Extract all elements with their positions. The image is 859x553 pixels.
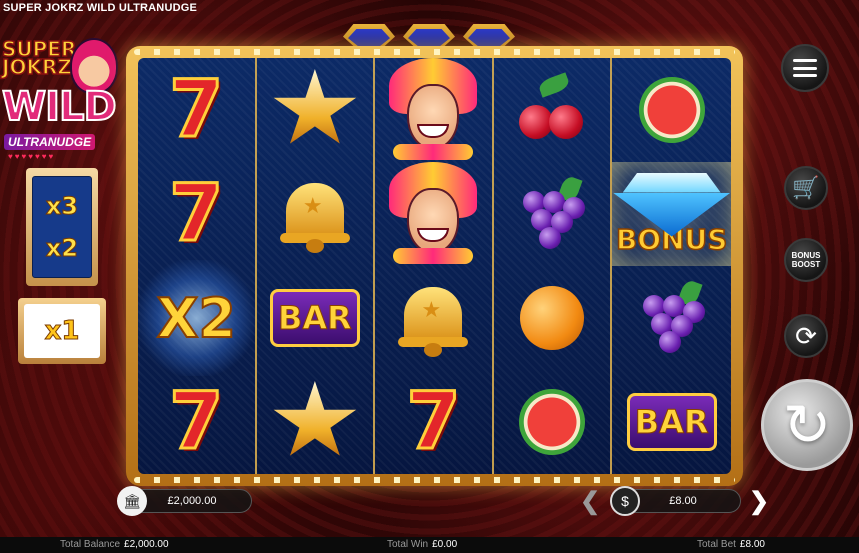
reel-3: ★ 7 bbox=[375, 58, 494, 474]
reel-cell: ★ bbox=[375, 266, 492, 370]
game-logo: SUPER JOKRZ WILD ULTRANUDGE ♥♥♥♥♥♥♥ bbox=[0, 36, 130, 161]
reel-2: ★ BAR bbox=[257, 58, 376, 474]
seven-symbol: 7 bbox=[168, 169, 225, 259]
logo-tagline: ULTRANUDGE bbox=[4, 134, 96, 150]
seven-symbol: 7 bbox=[405, 377, 462, 467]
orange-symbol-icon bbox=[520, 286, 585, 350]
multiplier-x2: x2 bbox=[45, 234, 79, 263]
balance-value: £2,000.00 bbox=[167, 495, 217, 507]
total-win-label: Total Win bbox=[387, 539, 429, 550]
reel-cell: 7 bbox=[138, 58, 255, 162]
reel-cell-bonus: BONUS bbox=[612, 162, 731, 266]
multiplier-x3: x3 bbox=[45, 191, 79, 220]
bet-increase-button[interactable]: ❯ bbox=[749, 487, 769, 516]
footer-total-bet: Total Bet £8.00 bbox=[697, 539, 765, 550]
spin-arrow-icon: ↻ bbox=[782, 393, 832, 458]
hearts-decoration-icon: ♥♥♥♥♥♥♥ bbox=[8, 152, 56, 161]
total-balance-value: £2,000.00 bbox=[124, 539, 169, 550]
reel-cell: 7 bbox=[138, 162, 255, 266]
reel-1: 7 7 X2 7 bbox=[138, 58, 261, 474]
bell-symbol-icon: ★ bbox=[278, 177, 352, 253]
reel-cell: BAR bbox=[612, 370, 731, 474]
frame-lights-bottom bbox=[134, 477, 735, 483]
seven-symbol: 7 bbox=[168, 377, 225, 467]
jester-wild-symbol-icon bbox=[387, 162, 479, 266]
coin-icon: $ bbox=[610, 486, 640, 516]
bet-decrease-button[interactable]: ❮ bbox=[580, 487, 600, 516]
reel-cell: 7 bbox=[375, 370, 492, 474]
grape-symbol-icon bbox=[637, 278, 707, 355]
bet-display[interactable]: $ £8.00 bbox=[610, 486, 741, 516]
logo-line-jokrz: JOKRZ bbox=[1, 55, 72, 79]
reel-cell bbox=[494, 370, 611, 474]
reel-cell: ★ bbox=[257, 162, 374, 266]
reel-cell bbox=[494, 58, 611, 162]
balance-display[interactable]: 🏛 £2,000.00 bbox=[117, 486, 252, 516]
multiplier-upcoming-box: x3 x2 bbox=[26, 168, 98, 286]
watermelon-symbol-icon bbox=[519, 389, 586, 455]
bonus-boost-button[interactable]: BONUS BOOST bbox=[784, 238, 828, 282]
diamond-bonus-icon bbox=[612, 172, 731, 237]
reel-cell bbox=[494, 162, 611, 266]
reel-cell: 7 bbox=[138, 370, 255, 474]
game-title: SUPER JOKRZ WILD ULTRANUDGE bbox=[3, 2, 198, 14]
reel-cell: BAR bbox=[257, 266, 374, 370]
total-win-value: £0.00 bbox=[432, 539, 458, 550]
reel-cell bbox=[612, 266, 731, 370]
logo-text-top: SUPER JOKRZ bbox=[1, 38, 77, 79]
autoplay-icon: ⟳ bbox=[795, 320, 817, 351]
reel-grid: 7 7 X2 7 ★ BAR ★ 7 BONUS BAR bbox=[138, 58, 731, 474]
spin-button[interactable]: ↻ bbox=[761, 379, 853, 471]
reel-cell: X2 bbox=[138, 260, 261, 376]
cherry-symbol-icon bbox=[517, 72, 587, 145]
reel-5: BONUS BAR bbox=[612, 58, 731, 474]
bar-symbol: BAR bbox=[626, 393, 717, 451]
reel-cell bbox=[494, 266, 611, 370]
x2-multiplier-symbol: X2 bbox=[156, 286, 237, 351]
autoplay-button[interactable]: ⟳ bbox=[784, 314, 828, 358]
star-symbol-icon bbox=[273, 69, 357, 144]
multiplier-ladder: x3 x2 x1 bbox=[18, 168, 106, 364]
multiplier-current: x1 bbox=[44, 316, 80, 347]
cart-icon: 🛒 bbox=[792, 175, 820, 200]
bonus-boost-label-1: BONUS bbox=[791, 251, 821, 260]
footer-total-win: Total Win £0.00 bbox=[387, 539, 457, 550]
reel-4 bbox=[494, 58, 613, 474]
multiplier-current-box: x1 bbox=[18, 298, 106, 364]
bank-icon: 🏛 bbox=[117, 486, 147, 516]
menu-button[interactable] bbox=[781, 44, 829, 92]
buy-feature-button[interactable]: 🛒 bbox=[784, 166, 828, 210]
total-bet-label: Total Bet bbox=[697, 539, 736, 550]
footer-total-balance: Total Balance £2,000.00 bbox=[60, 539, 169, 550]
total-bet-value: £8.00 bbox=[739, 539, 765, 550]
reel-cell bbox=[375, 162, 492, 266]
seven-symbol: 7 bbox=[168, 65, 225, 155]
star-symbol-icon bbox=[273, 381, 357, 456]
bet-value: £8.00 bbox=[669, 495, 697, 507]
reel-cell bbox=[375, 58, 492, 162]
total-balance-label: Total Balance bbox=[60, 539, 121, 550]
bell-symbol-icon: ★ bbox=[396, 281, 470, 357]
logo-line-wild: WILD bbox=[1, 83, 118, 131]
bonus-boost-label-2: BOOST bbox=[791, 260, 821, 269]
reel-cell bbox=[612, 58, 731, 162]
jester-wild-symbol-icon bbox=[387, 58, 479, 162]
status-footer: Total Balance £2,000.00 Total Win £0.00 To… bbox=[0, 537, 859, 553]
bar-symbol: BAR bbox=[269, 289, 360, 347]
hamburger-icon bbox=[793, 59, 817, 77]
frame-lights-top bbox=[134, 49, 735, 55]
reel-cell bbox=[257, 58, 374, 162]
watermelon-symbol-icon bbox=[638, 77, 705, 143]
reel-cell bbox=[257, 370, 374, 474]
reel-frame: 7 7 X2 7 ★ BAR ★ 7 BONUS BAR bbox=[126, 46, 743, 486]
grape-symbol-icon bbox=[517, 174, 587, 251]
